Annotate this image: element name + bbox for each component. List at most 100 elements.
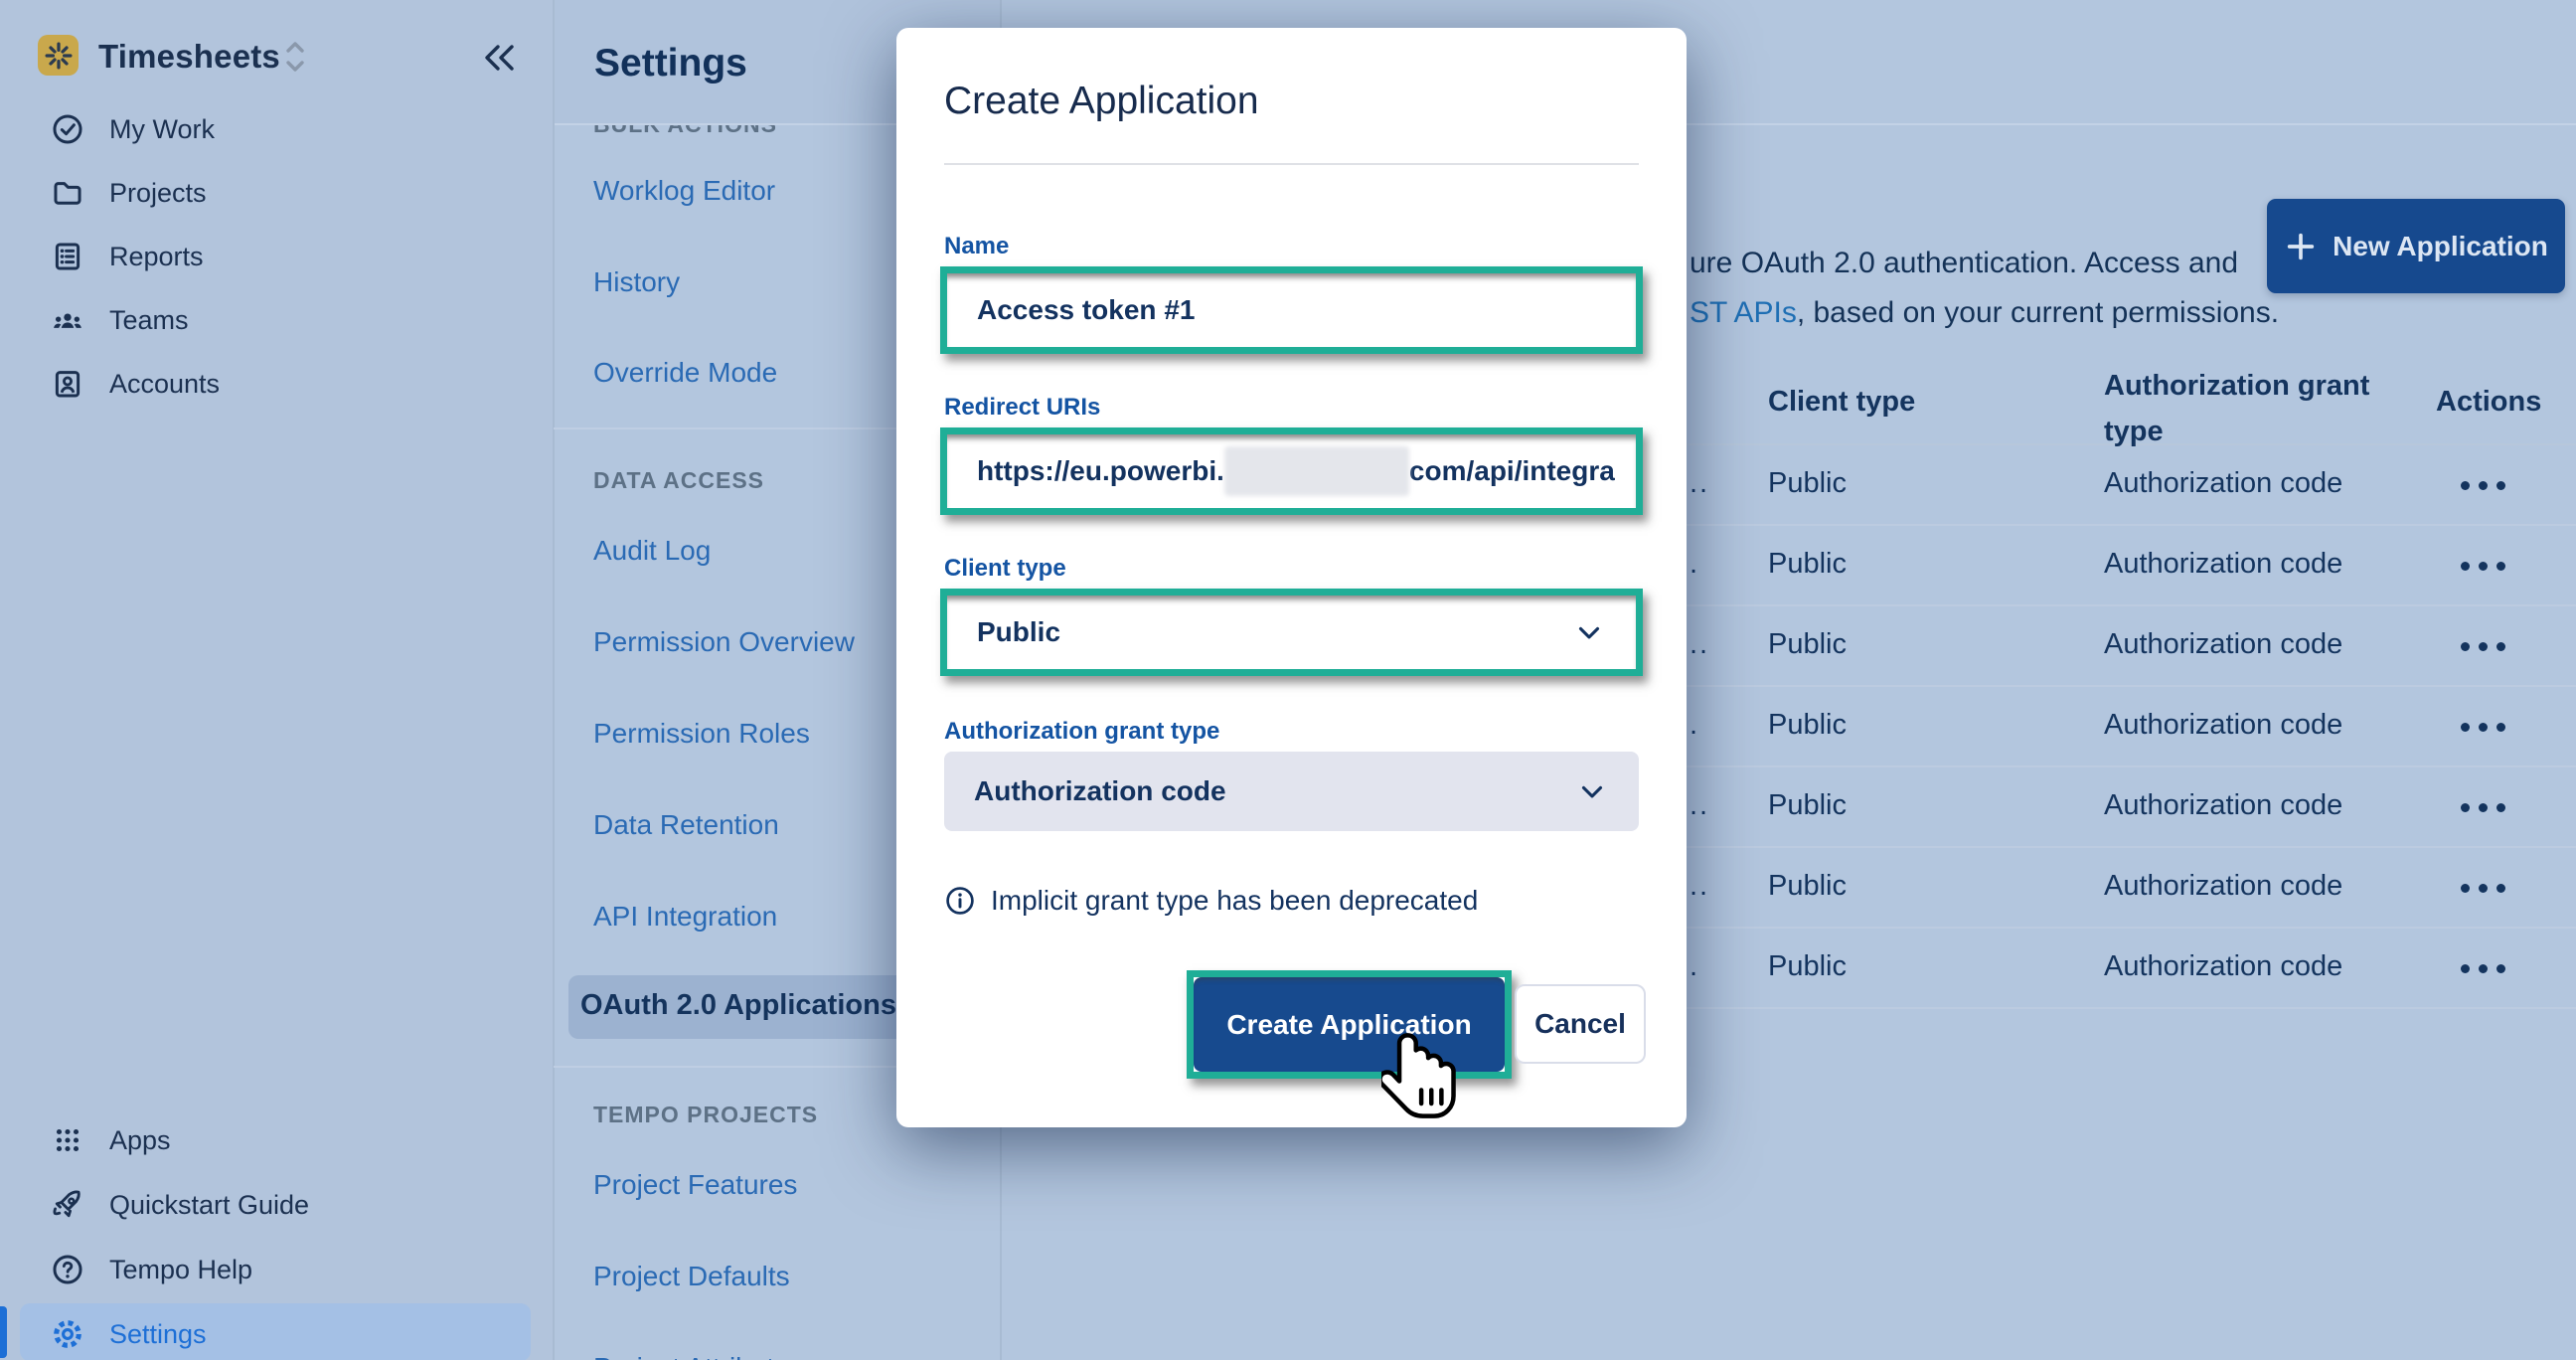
- row-actions-button[interactable]: [2438, 526, 2527, 606]
- workspace-switcher[interactable]: [282, 40, 308, 74]
- cell-grant-type: Authorization code: [2104, 950, 2342, 983]
- nav-item-worklog-editor[interactable]: Worklog Editor: [593, 175, 775, 207]
- help-circle-icon: [50, 1252, 85, 1287]
- row-actions-button[interactable]: [2438, 848, 2527, 929]
- check-circle-icon: [50, 111, 85, 147]
- rest-apis-link[interactable]: ST APIs: [1690, 296, 1797, 329]
- sidebar-item-label: Reports: [109, 242, 204, 272]
- client-type-label: Client type: [944, 555, 1066, 583]
- info-icon: [944, 885, 976, 917]
- grant-type-label: Authorization grant type: [944, 718, 1219, 746]
- name-input[interactable]: Access token #1: [947, 273, 1636, 347]
- nav-item-permission-roles[interactable]: Permission Roles: [593, 718, 810, 750]
- client-type-select[interactable]: Public: [947, 595, 1636, 669]
- ellipsis-icon: [2461, 803, 2470, 812]
- truncated-cell-tail: ..: [1690, 467, 1709, 500]
- apps-grid-icon: [50, 1122, 85, 1158]
- ellipsis-icon: [2461, 481, 2470, 490]
- nav-item-permission-overview[interactable]: Permission Overview: [593, 626, 855, 658]
- nav-item-audit-log[interactable]: Audit Log: [593, 535, 711, 567]
- tempo-logo: [38, 35, 79, 76]
- ellipsis-icon: [2496, 884, 2505, 893]
- sidebar-item-tempo-help[interactable]: Tempo Help: [50, 1248, 252, 1291]
- report-list-icon: [50, 239, 85, 274]
- nav-item-api-integration[interactable]: API Integration: [593, 901, 777, 933]
- cell-grant-type: Authorization code: [2104, 789, 2342, 822]
- folder-icon: [50, 175, 85, 211]
- redacted-url-segment: [1224, 446, 1409, 496]
- cell-client-type: Public: [1768, 789, 1847, 822]
- column-header-client-type: Client type: [1768, 386, 1915, 419]
- ellipsis-icon: [2461, 642, 2470, 651]
- redirect-uris-label: Redirect URIs: [944, 394, 1100, 422]
- sidebar-item-quickstart-guide[interactable]: Quickstart Guide: [50, 1183, 309, 1227]
- ellipsis-icon: [2479, 884, 2488, 893]
- column-header-grant-type: Authorization grant type: [2104, 363, 2382, 454]
- gear-icon: [50, 1316, 85, 1352]
- column-header-actions: Actions: [2436, 386, 2541, 419]
- ellipsis-icon: [2479, 481, 2488, 490]
- ellipsis-icon: [2496, 481, 2505, 490]
- hand-cursor: [1381, 1032, 1459, 1121]
- row-actions-button[interactable]: [2438, 445, 2527, 526]
- section-header-data-access: DATA ACCESS: [593, 467, 764, 494]
- grant-type-select[interactable]: Authorization code: [944, 752, 1639, 831]
- collapse-sidebar-button[interactable]: [483, 44, 517, 72]
- sidebar-item-accounts[interactable]: Accounts: [50, 362, 220, 406]
- sidebar-item-settings[interactable]: Settings: [50, 1312, 207, 1356]
- chevron-down-icon: [1575, 774, 1609, 808]
- nav-item-project-defaults[interactable]: Project Defaults: [593, 1261, 790, 1292]
- row-actions-button[interactable]: [2438, 606, 2527, 687]
- row-actions-button[interactable]: [2438, 929, 2527, 1009]
- cell-grant-type: Authorization code: [2104, 548, 2342, 581]
- ellipsis-icon: [2496, 803, 2505, 812]
- settings-panel-title: Settings: [594, 42, 747, 85]
- new-application-label: New Application: [2333, 231, 2548, 262]
- sidebar-item-apps[interactable]: Apps: [50, 1118, 171, 1162]
- submit-button-annotation: Create Application: [1187, 970, 1512, 1079]
- nav-item-history[interactable]: History: [593, 266, 680, 298]
- sidebar-item-label: Tempo Help: [109, 1255, 252, 1285]
- ellipsis-icon: [2496, 723, 2505, 732]
- app-sidebar: Timesheets My Work Projects Reports: [0, 0, 553, 1360]
- nav-item-data-retention[interactable]: Data Retention: [593, 809, 779, 841]
- sidebar-item-my-work[interactable]: My Work: [50, 107, 215, 151]
- person-card-icon: [50, 366, 85, 402]
- cell-grant-type: Authorization code: [2104, 467, 2342, 500]
- ellipsis-icon: [2496, 964, 2505, 973]
- rocket-icon: [50, 1187, 85, 1223]
- row-actions-button[interactable]: [2438, 767, 2527, 848]
- sidebar-item-teams[interactable]: Teams: [50, 298, 189, 342]
- cancel-button[interactable]: Cancel: [1515, 984, 1646, 1064]
- sidebar-item-label: Accounts: [109, 369, 220, 400]
- workspace-title: Timesheets: [98, 38, 280, 76]
- truncated-cell-tail: .: [1690, 950, 1699, 983]
- nav-item-override-mode[interactable]: Override Mode: [593, 357, 777, 389]
- double-chevron-left-icon: [483, 44, 517, 72]
- truncated-cell-tail: .: [1690, 709, 1699, 742]
- people-icon: [50, 302, 85, 338]
- sidebar-item-label: Settings: [109, 1319, 207, 1350]
- new-application-button[interactable]: New Application: [2267, 199, 2565, 293]
- cell-client-type: Public: [1768, 870, 1847, 903]
- sidebar-item-projects[interactable]: Projects: [50, 171, 207, 215]
- ellipsis-icon: [2479, 964, 2488, 973]
- create-application-modal: Create Application Name Access token #1 …: [896, 28, 1687, 1127]
- section-header-tempo-projects: TEMPO PROJECTS: [593, 1102, 818, 1128]
- cell-grant-type: Authorization code: [2104, 628, 2342, 661]
- description-line-2: ST APIs, based on your current permissio…: [1690, 288, 2326, 338]
- row-actions-button[interactable]: [2438, 687, 2527, 767]
- chevron-up-down-icon: [282, 40, 308, 74]
- redirect-uris-input[interactable]: https://eu.powerbi. com/api/integra: [947, 434, 1636, 508]
- sidebar-item-reports[interactable]: Reports: [50, 235, 204, 278]
- active-item-indicator: [0, 1306, 7, 1358]
- ellipsis-icon: [2479, 562, 2488, 571]
- nav-item-project-features[interactable]: Project Features: [593, 1169, 797, 1201]
- ellipsis-icon: [2461, 562, 2470, 571]
- description-line-1: ure OAuth 2.0 authentication. Access and: [1690, 239, 2326, 288]
- cell-client-type: Public: [1768, 548, 1847, 581]
- nav-item-project-attributes[interactable]: Project Attributes: [593, 1352, 804, 1360]
- cell-client-type: Public: [1768, 467, 1847, 500]
- nav-item-oauth-applications[interactable]: OAuth 2.0 Applications: [580, 989, 896, 1022]
- cell-client-type: Public: [1768, 950, 1847, 983]
